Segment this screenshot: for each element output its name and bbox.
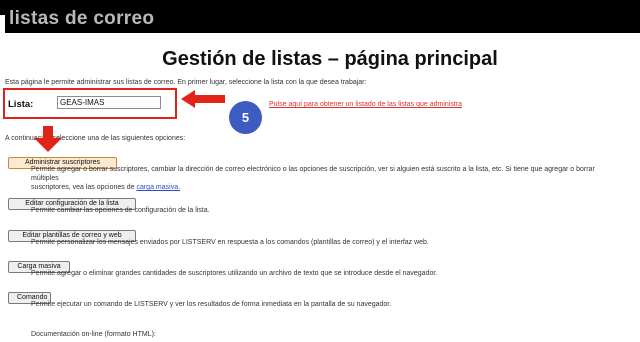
editar-config-desc: Permite cambiar las opciones de configur… — [31, 207, 210, 214]
intro-text: Esta página le permite administrar sus l… — [5, 79, 367, 86]
lista-label: Lista: — [8, 99, 34, 110]
administrar-desc-line1: Permite agregar o borrar suscriptores, c… — [31, 166, 595, 182]
header-logo-mark — [0, 15, 5, 33]
administrar-desc-line2: suscriptores, vea las opciones de — [31, 184, 135, 191]
comando-desc: Permite ejecutar un comando de LISTSERV … — [31, 301, 392, 308]
header-title: listas de correo — [9, 8, 155, 29]
header-bar: listas de correo — [0, 0, 640, 33]
arrow-left-icon — [181, 90, 225, 108]
step-badge: 5 — [229, 101, 262, 134]
arrow-down-icon — [34, 126, 62, 152]
page-title: Gestión de listas – página principal — [162, 48, 498, 70]
carga-masiva-link[interactable]: carga masiva. — [136, 184, 180, 191]
documentacion-text: Documentación on-line (formato HTML): — [31, 331, 156, 338]
editar-plantillas-desc: Permite personalizar los mensajes enviad… — [31, 239, 429, 246]
list-owned-lists-link[interactable]: Pulse aquí para obtener un listado de la… — [269, 101, 462, 108]
continue-text: A continuación seleccione una de las sig… — [5, 135, 186, 142]
lista-input[interactable] — [57, 96, 161, 109]
administrar-desc: Permite agregar o borrar suscriptores, c… — [31, 165, 621, 192]
carga-masiva-desc: Permite agregar o eliminar grandes canti… — [31, 270, 438, 277]
